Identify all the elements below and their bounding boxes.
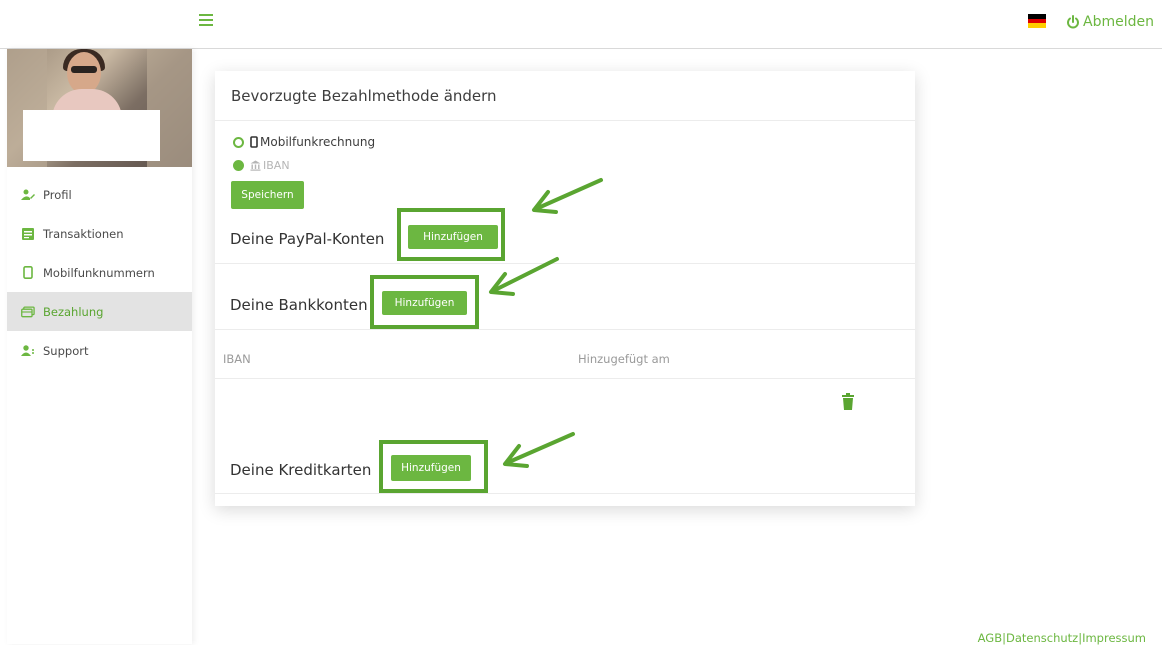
annotation-arrows: [489, 178, 603, 468]
privacy-link[interactable]: Datenschutz: [1006, 631, 1078, 645]
arrow-icon: [532, 178, 603, 214]
agb-link[interactable]: AGB: [978, 631, 1002, 645]
arrow-icon: [489, 257, 559, 296]
footer-links: AGB|Datenschutz|Impressum: [978, 631, 1146, 645]
arrow-icon: [503, 432, 575, 468]
imprint-link[interactable]: Impressum: [1082, 631, 1146, 645]
